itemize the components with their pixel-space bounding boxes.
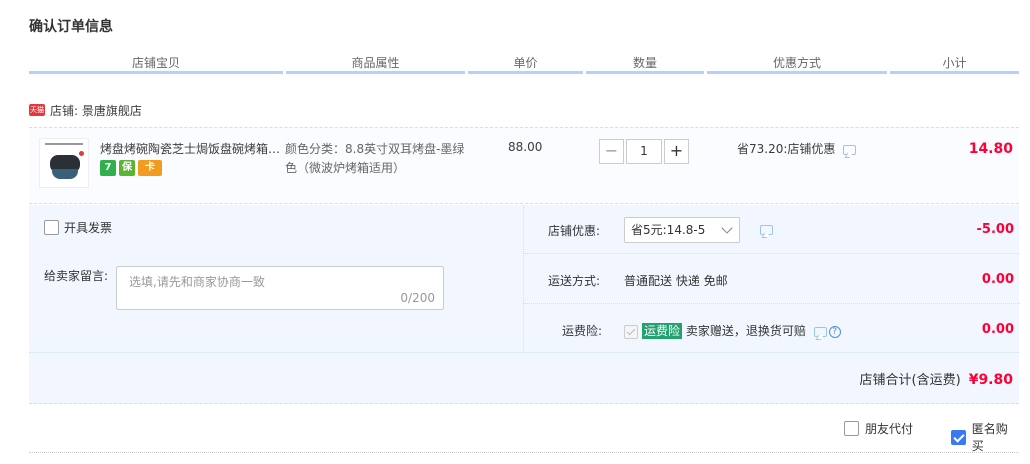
shipping-amount: 0.00 [981, 272, 1014, 287]
header-shop-item: 店铺宝贝 [29, 55, 283, 74]
invoice-checkbox[interactable] [44, 220, 59, 235]
insurance-label: 运费险: [562, 324, 603, 338]
shop-name[interactable]: 店铺: 景唐旗舰店 [50, 102, 142, 119]
chat-icon[interactable] [813, 326, 827, 337]
insurance-amount: 0.00 [981, 322, 1014, 337]
right-options: 店铺优惠: 省5元:14.8-5 -5.00 运送方式: 普通配送 快递 免邮 … [523, 205, 1020, 352]
friend-pay-checkbox[interactable] [844, 421, 859, 436]
header-price: 单价 [468, 55, 583, 74]
insurance-value: 运费险 卖家赠送，退换货可赔 ? [624, 322, 841, 339]
shop-discount-selected: 省5元:14.8-5 [631, 223, 706, 237]
friend-pay-option[interactable]: 朋友代付 [844, 420, 913, 437]
shipping-value: 普通配送 快递 免邮 [624, 274, 728, 288]
credit-card-icon[interactable]: 卡 [138, 160, 162, 176]
shipping-label: 运送方式: [548, 274, 601, 288]
quantity-minus-button[interactable]: − [599, 139, 624, 164]
product-thumbnail[interactable] [39, 138, 89, 188]
seven-day-return-icon[interactable]: 7 [100, 160, 116, 176]
help-icon[interactable]: ? [828, 325, 841, 338]
header-quantity: 数量 [586, 55, 704, 74]
message-counter: 0/200 [400, 291, 435, 305]
divider [29, 352, 1019, 353]
quantity-input[interactable]: 1 [626, 139, 662, 164]
table-header: 店铺宝贝 商品属性 单价 数量 优惠方式 小计 [29, 55, 1019, 77]
shop-row: 天猫 店铺: 景唐旗舰店 [29, 101, 142, 119]
product-attribute: 颜色分类：8.8英寸双耳烤盘-墨绿色（微波炉烤箱适用） [285, 142, 465, 175]
unit-price: 88.00 [508, 140, 543, 154]
shop-discount-row: 店铺优惠: 省5元:14.8-5 -5.00 [524, 205, 1020, 254]
order-item-row: 烤盘烤碗陶瓷芝士焗饭盘碗烤箱专用 7 保 卡 颜色分类：8.8英寸双耳烤盘-墨绿… [29, 127, 1019, 204]
discount-method: 省73.20:店铺优惠 [737, 140, 857, 157]
chevron-down-icon [721, 222, 733, 234]
quantity-plus-button[interactable]: + [664, 139, 689, 164]
insurance-tag: 运费险 [642, 323, 683, 339]
shop-discount-select[interactable]: 省5元:14.8-5 [624, 217, 740, 243]
insurance-row: 运费险: 运费险 卖家赠送，退换货可赔 ? 0.00 [524, 305, 1020, 352]
shop-discount-amount: -5.00 [976, 222, 1014, 237]
product-name-link[interactable]: 烤盘烤碗陶瓷芝士焗饭盘碗烤箱专用 [100, 140, 282, 157]
insurance-text: 卖家赠送，退换货可赔 [685, 324, 806, 338]
header-attribute: 商品属性 [286, 55, 465, 74]
message-textarea[interactable]: 选填,请先和商家协商一致 0/200 [116, 266, 444, 310]
tmall-icon: 天猫 [29, 104, 45, 116]
anonymous-label: 匿名购买 [971, 422, 1008, 453]
message-label: 给卖家留言: [44, 269, 109, 283]
quantity-stepper: − 1 + [599, 139, 689, 164]
shop-total-label: 店铺合计(含运费) [859, 373, 961, 388]
discount-text: 省73.20:店铺优惠 [737, 142, 836, 156]
shop-total: 店铺合计(含运费) ¥9.80 [860, 369, 1013, 388]
shipping-row: 运送方式: 普通配送 快递 免邮 0.00 [524, 255, 1020, 304]
anonymous-checkbox[interactable] [951, 429, 966, 445]
page-title: 确认订单信息 [29, 19, 113, 35]
item-subtotal: 14.80 [968, 141, 1013, 157]
friend-pay-label: 朋友代付 [865, 422, 914, 436]
chat-icon[interactable] [760, 225, 773, 235]
shop-discount-label: 店铺优惠: [548, 224, 601, 238]
left-options: 开具发票 给卖家留言: 选填,请先和商家协商一致 0/200 [29, 205, 523, 352]
message-placeholder: 选填,请先和商家协商一致 [129, 275, 265, 289]
insurance-checkbox [624, 324, 638, 339]
invoice-label: 开具发票 [64, 221, 113, 235]
order-options-panel: 开具发票 给卖家留言: 选填,请先和商家协商一致 0/200 店铺优惠: 省5元… [29, 205, 1020, 404]
header-discount: 优惠方式 [707, 55, 887, 74]
service-badges: 7 保 卡 [100, 160, 162, 176]
payment-options: 朋友代付 匿名购买 [29, 405, 1019, 453]
guarantee-icon[interactable]: 保 [119, 160, 135, 176]
anonymous-option[interactable]: 匿名购买 [951, 420, 1019, 454]
header-subtotal: 小计 [890, 55, 1019, 74]
invoice-option[interactable]: 开具发票 [44, 219, 112, 236]
shop-total-amount: ¥9.80 [968, 372, 1013, 388]
chat-icon[interactable] [843, 144, 857, 155]
